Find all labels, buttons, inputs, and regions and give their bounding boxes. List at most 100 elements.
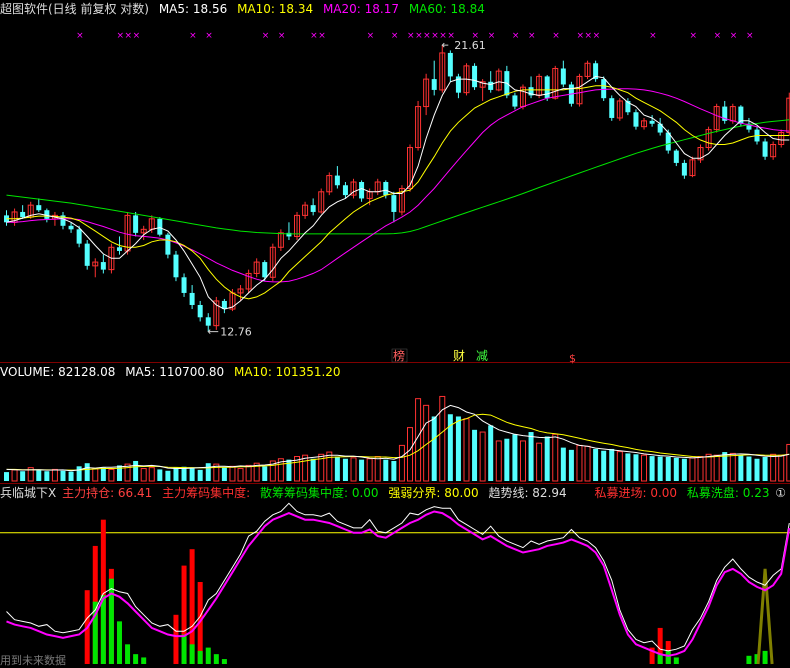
event-marker: ×	[472, 31, 480, 41]
volume-bar	[140, 468, 147, 482]
candle-body	[189, 292, 195, 305]
volume-bar	[746, 456, 752, 481]
candle-body	[609, 98, 615, 118]
event-marker: ×	[116, 31, 124, 41]
volume-bar	[519, 440, 526, 482]
chart-canvas: 21.6112.76× × × × × × × × × × × × × × × × × × × × × × × × × × × × × ×…	[0, 31, 790, 665]
volume-bar	[366, 458, 373, 482]
event-marker: ×	[133, 31, 141, 41]
event-marker: ×	[689, 31, 697, 41]
event-marker: ×	[488, 31, 496, 41]
volume-bar	[770, 453, 777, 482]
volume-bar	[350, 457, 357, 482]
volume-bar	[342, 458, 348, 481]
volume-bar	[673, 457, 679, 481]
private-wash-bar	[197, 650, 203, 664]
candle-body	[560, 68, 566, 85]
private-wash-bar	[673, 657, 679, 664]
candle-body	[20, 211, 26, 218]
volume-bar	[221, 467, 227, 481]
volume-bar	[616, 451, 623, 482]
volume-bar	[754, 458, 760, 481]
volume-bar	[649, 456, 655, 481]
event-marker: ×	[552, 31, 560, 41]
event-marker: ×	[125, 31, 133, 41]
vol-ma10-line	[6, 413, 790, 471]
candle-body	[488, 81, 494, 90]
high-label: 21.61	[454, 39, 486, 52]
event-marker: ×	[528, 31, 536, 41]
event-marker: ×	[367, 31, 375, 41]
volume-bar	[705, 453, 712, 482]
candle-body	[197, 304, 203, 318]
event-marker: ×	[431, 31, 439, 41]
volume-bar	[359, 459, 365, 481]
volume-bar	[544, 436, 550, 481]
event-marker: ×	[76, 31, 84, 41]
candle-body	[673, 150, 679, 163]
private-wash-bar	[762, 650, 768, 664]
event-marker: ×	[262, 31, 270, 41]
candle-body	[205, 317, 211, 326]
volume-bar	[237, 468, 244, 482]
volume-bar	[84, 463, 90, 481]
event-marker: ×	[512, 31, 520, 41]
candle-body	[100, 262, 106, 270]
volume-bar	[665, 456, 671, 481]
volume-bar	[512, 434, 518, 481]
candle-body	[633, 112, 639, 127]
volume-bar	[713, 454, 720, 482]
volume-bar	[76, 466, 82, 481]
volume-bar	[633, 454, 639, 481]
private-wash-bar	[221, 659, 227, 664]
volume-bar	[504, 438, 510, 481]
event-marker: ×	[407, 31, 415, 41]
candle-body	[431, 79, 437, 90]
candle-body	[116, 247, 122, 251]
candle-body	[76, 229, 82, 244]
low-marker	[207, 329, 219, 334]
event-marker: ×	[318, 31, 326, 41]
private-wash-bar	[108, 578, 114, 664]
event-marker: ×	[423, 31, 431, 41]
candle-body	[262, 262, 268, 278]
private-wash-bar	[746, 655, 752, 664]
volume-bar	[68, 471, 74, 481]
candle-body	[173, 254, 179, 278]
candle-body	[181, 277, 187, 293]
private-wash-bar	[665, 650, 671, 664]
event-marker: ×	[576, 31, 584, 41]
candle-body	[133, 215, 139, 233]
volume-bar	[108, 468, 115, 482]
event-marker: ×	[585, 31, 593, 41]
volume-bar	[601, 450, 607, 481]
vol-ma5-line	[6, 404, 790, 472]
ma10-line	[6, 85, 790, 300]
candle-body	[762, 141, 768, 157]
candle-body	[157, 218, 163, 235]
candle-body	[36, 205, 42, 211]
candle-body	[544, 76, 550, 99]
volume-bar	[738, 455, 744, 481]
private-wash-bar	[141, 657, 147, 664]
cai-badge: 财	[453, 349, 465, 363]
private-wash-bar	[189, 644, 195, 664]
volume-bar	[463, 418, 470, 482]
candle-body	[649, 120, 655, 124]
event-marker: ×	[189, 31, 197, 41]
private-wash-bar	[657, 654, 663, 664]
volume-bar	[398, 444, 405, 482]
volume-bar	[552, 433, 559, 482]
watermark: 用到未来数据	[0, 654, 66, 667]
volume-bar	[681, 458, 687, 481]
volume-bar	[173, 467, 179, 481]
event-marker: ×	[649, 31, 657, 41]
volume-bar	[245, 464, 252, 482]
private-wash-bar	[205, 647, 211, 664]
volume-bar	[11, 469, 18, 482]
private-wash-bar	[116, 621, 122, 664]
volume-bar	[689, 457, 696, 482]
volume-bar	[44, 471, 50, 481]
volume-bar	[536, 442, 543, 482]
private-wash-bar	[213, 654, 219, 664]
